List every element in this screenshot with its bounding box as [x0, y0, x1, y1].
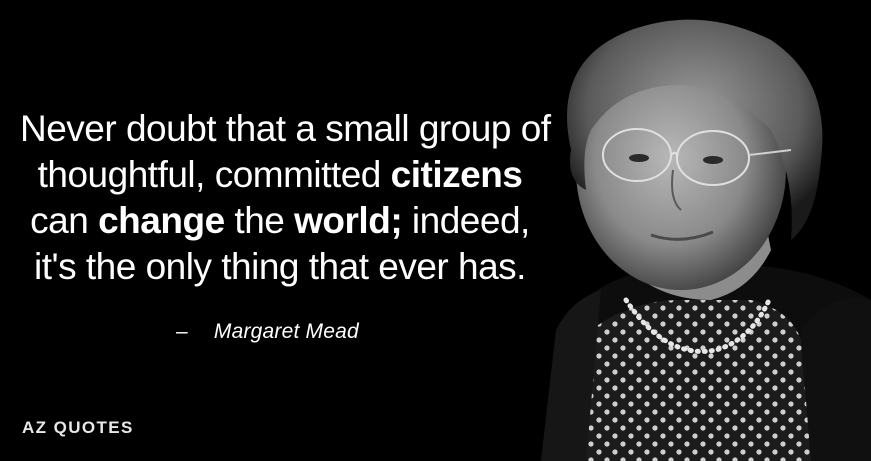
quote-text: Never doubt that a small group of though…: [20, 106, 551, 290]
attribution-dash: –: [176, 320, 188, 343]
quote-line-1: Never doubt that a small group of: [20, 108, 551, 149]
attribution: – Margaret Mead: [176, 320, 359, 344]
quote-emphasis: world;: [294, 200, 403, 241]
quote-text-segment: can: [30, 200, 99, 241]
author-name[interactable]: Margaret Mead: [214, 320, 359, 343]
quote-line-2: thoughtful, committed citizens: [20, 152, 540, 198]
quote-emphasis: change: [98, 200, 225, 241]
quote-card: Never doubt that a small group of though…: [0, 0, 871, 461]
quote-line-3: can change the world; indeed,: [20, 198, 540, 244]
quote-text-segment: the: [224, 200, 295, 241]
quote-text-segment: thoughtful, committed: [37, 154, 391, 195]
azquotes-logo[interactable]: AZ QUOTES: [22, 418, 134, 438]
quote-emphasis: citizens: [390, 154, 523, 195]
quote-line-4: it's the only thing that ever has.: [34, 246, 526, 287]
quote-text-segment: indeed,: [402, 200, 530, 241]
